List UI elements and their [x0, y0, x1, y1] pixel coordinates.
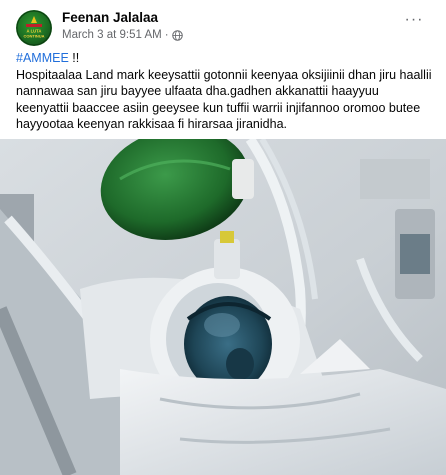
svg-text:CONTINUA: CONTINUA — [23, 34, 44, 39]
avatar-logo-icon: A LUTA CONTINUA — [16, 10, 52, 46]
hashtag-suffix: !! — [68, 51, 80, 65]
more-options-icon: ··· — [404, 11, 424, 28]
hashtag-link[interactable]: #AMMEE — [16, 51, 69, 65]
hospital-patient-photo — [0, 139, 446, 475]
post-photo[interactable] — [0, 139, 446, 475]
post-text: #AMMEE !! Hospitaalaa Land mark keeysatt… — [16, 50, 434, 133]
author-name[interactable]: Feenan Jalalaa — [62, 10, 158, 25]
avatar[interactable]: A LUTA CONTINUA — [16, 10, 52, 46]
post-body: Hospitaalaa Land mark keeysattii gotonni… — [16, 67, 432, 132]
more-options-button[interactable]: ··· — [400, 10, 428, 30]
meta-separator: · — [164, 29, 169, 41]
post-timestamp[interactable]: March 3 at 9:51 AM — [62, 29, 162, 41]
globe-icon[interactable] — [171, 29, 183, 41]
post-header: A LUTA CONTINUA Feenan Jalalaa March 3 a… — [16, 8, 434, 46]
post-meta: March 3 at 9:51 AM · — [62, 29, 183, 41]
facebook-post: A LUTA CONTINUA Feenan Jalalaa March 3 a… — [0, 0, 446, 475]
hashtag-line: #AMMEE !! — [16, 50, 434, 67]
